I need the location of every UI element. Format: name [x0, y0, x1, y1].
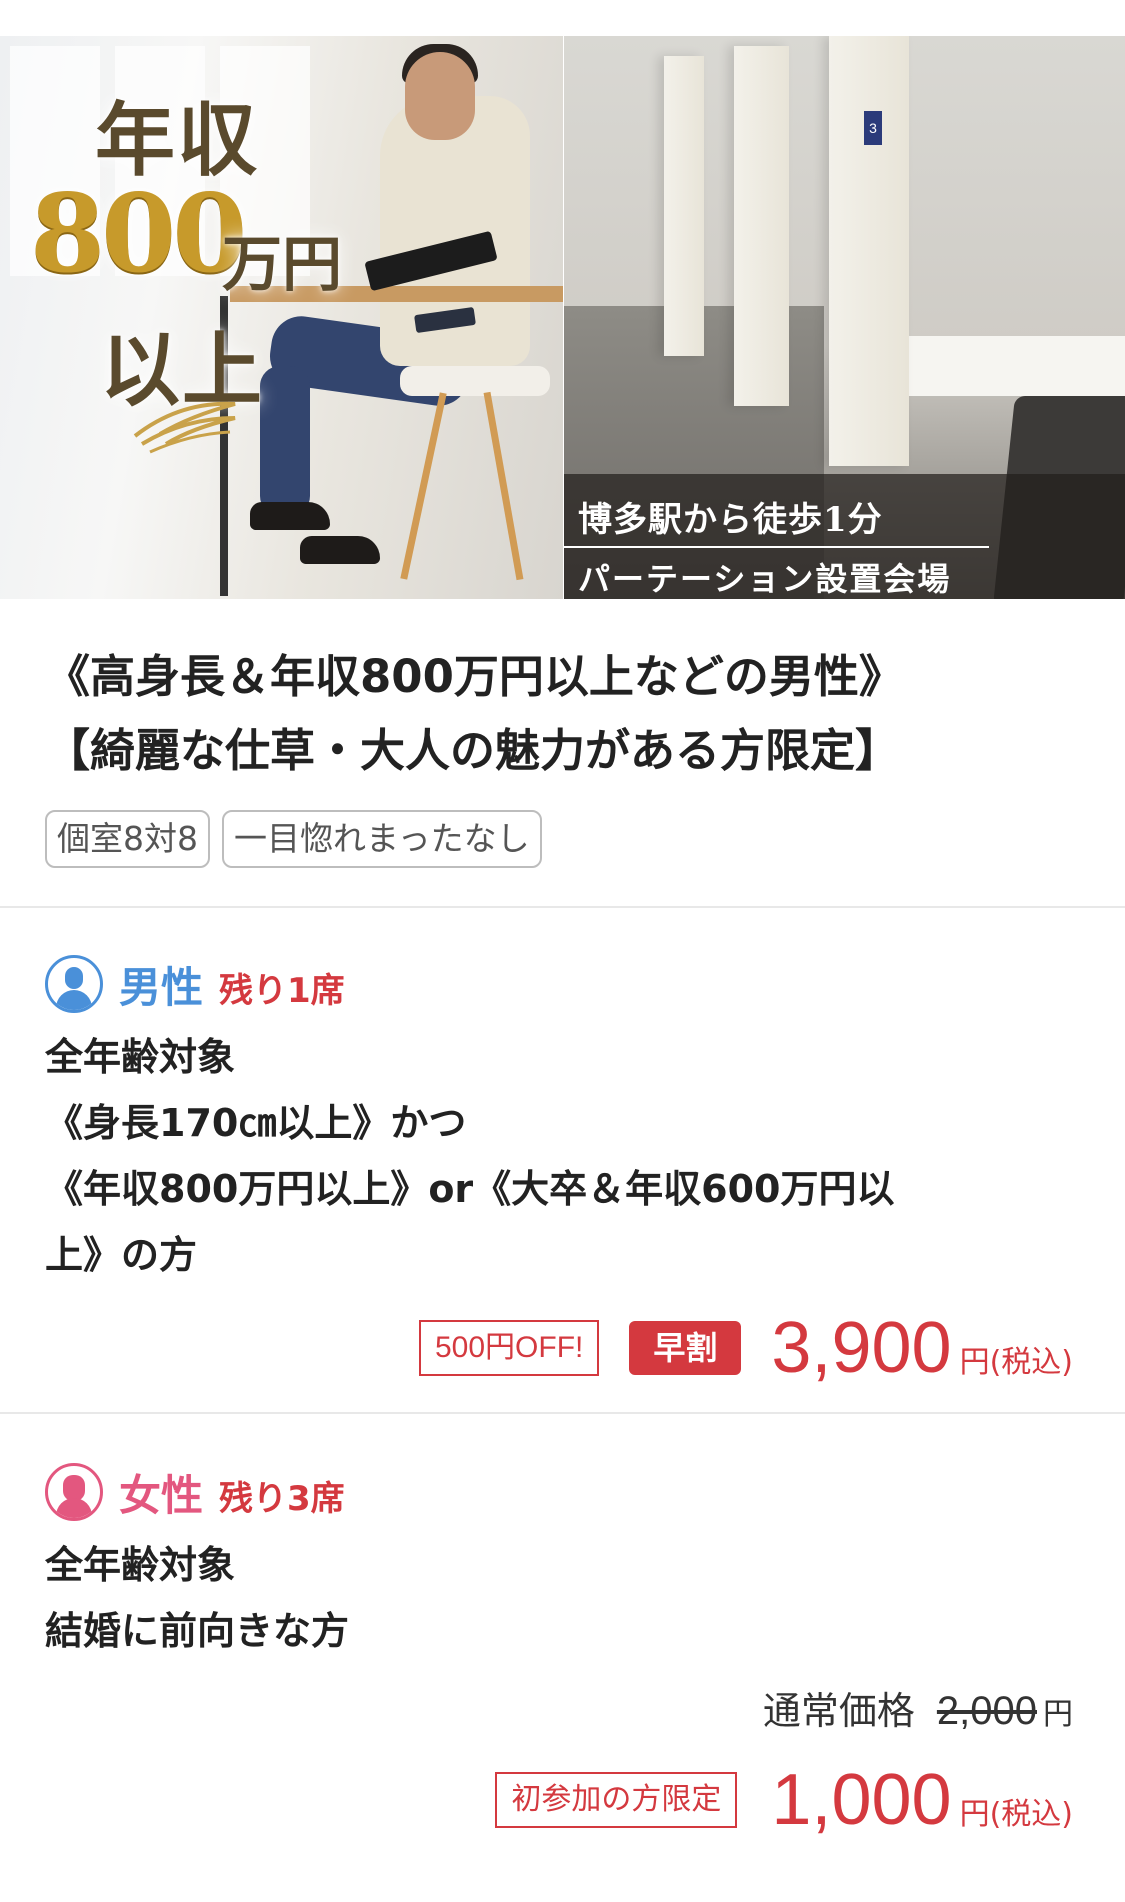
access-line1: 博多駅から徒歩1分: [578, 500, 883, 540]
divider: [0, 906, 1125, 908]
event-hero-image: 年収 800 万円 以上 3 博多駅から徒歩1分 パーテーション設置会場: [0, 36, 1125, 599]
catch-unit: 万円: [222, 230, 342, 300]
condition-line: 《年収800万円以上》or《大卒＆年収600万円以: [45, 1167, 895, 1211]
male-header: 男性 残り1席: [45, 952, 345, 1016]
price-unit: 円(税込): [959, 1797, 1073, 1832]
male-price: 3,900: [771, 1308, 952, 1388]
caption-divider: [564, 546, 989, 548]
condition-line: 全年齢対象: [45, 1543, 236, 1587]
male-section: 男性 残り1席 全年齢対象 《身長170㎝以上》かつ 《年収800万円以上》or…: [45, 952, 1085, 1388]
event-title-line1: 《高身長＆年収800万円以上などの男性》: [45, 650, 904, 703]
event-tag: 一目惚れまったなし: [222, 810, 542, 868]
condition-line: 《身長170㎝以上》かつ: [45, 1101, 467, 1145]
event-title-line2: 【綺麗な仕草・大人の魅力がある方限定】: [45, 724, 901, 777]
booth-number: 3: [864, 111, 882, 145]
price-unit: 円(税込): [959, 1345, 1073, 1380]
normal-price-label: 通常価格: [762, 1689, 915, 1733]
female-header: 女性 残り3席: [45, 1460, 345, 1524]
normal-price-unit: 円: [1043, 1697, 1073, 1732]
female-price: 1,000: [771, 1760, 952, 1840]
event-tags: 個室8対8 一目惚れまったなし: [45, 810, 542, 868]
first-time-badge: 初参加の方限定: [495, 1772, 738, 1828]
discount-badge: 500円OFF!: [419, 1320, 600, 1376]
wing-ornament-icon: [133, 401, 236, 454]
male-label: 男性: [119, 962, 204, 1012]
condition-line: 上》の方: [45, 1233, 198, 1277]
early-bird-badge: 早割: [629, 1321, 742, 1375]
male-seats-left: 残り1席: [219, 970, 345, 1011]
male-price-row: 500円OFF! 早割 3,900 円(税込): [419, 1308, 1073, 1388]
male-avatar-icon: [45, 955, 103, 1013]
female-price-row: 初参加の方限定 1,000 円(税込): [495, 1760, 1073, 1840]
divider: [0, 1412, 1125, 1414]
female-seats-left: 残り3席: [219, 1478, 345, 1519]
access-line2: パーテーション設置会場: [578, 560, 952, 598]
male-conditions: 全年齢対象 《身長170㎝以上》かつ 《年収800万円以上》or《大卒＆年収60…: [45, 1024, 1045, 1288]
hero-left-photo: 年収 800 万円 以上: [0, 36, 563, 599]
female-normal-price-row: 通常価格 2,000 円: [763, 1680, 1073, 1735]
female-avatar-icon: [45, 1463, 103, 1521]
event-tag: 個室8対8: [45, 810, 210, 868]
condition-line: 結婚に前向きな方: [45, 1609, 350, 1653]
female-label: 女性: [119, 1470, 204, 1520]
access-caption: 博多駅から徒歩1分 パーテーション設置会場: [564, 474, 1125, 599]
condition-line: 全年齢対象: [45, 1035, 236, 1079]
female-conditions: 全年齢対象 結婚に前向きな方: [45, 1532, 1045, 1664]
female-section: 女性 残り3席 全年齢対象 結婚に前向きな方 通常価格 2,000 円 初参加の…: [45, 1460, 1085, 1880]
event-title: 《高身長＆年収800万円以上などの男性》 【綺麗な仕草・大人の魅力がある方限定】: [45, 640, 1095, 788]
catch-amount: 800: [30, 171, 247, 297]
normal-price-strikethrough: 2,000: [936, 1689, 1037, 1733]
